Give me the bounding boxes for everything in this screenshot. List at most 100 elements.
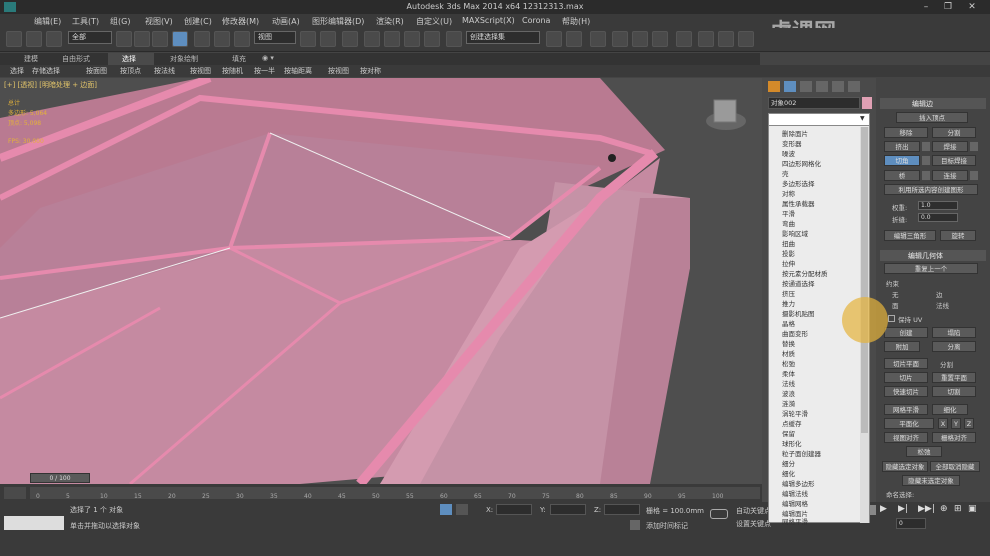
turn-button[interactable]: 旋转 bbox=[940, 230, 976, 241]
auto-key-button[interactable]: 自动关键点 bbox=[736, 506, 771, 516]
menu-group[interactable]: 组(G) bbox=[110, 16, 130, 27]
menu-rendering[interactable]: 渲染(R) bbox=[376, 16, 404, 27]
modifier-item[interactable]: 变形器 bbox=[782, 138, 802, 148]
split-checkbox[interactable]: 分割 bbox=[940, 359, 953, 369]
slice-plane-button[interactable]: 切片平面 bbox=[884, 358, 928, 369]
tab-freeform[interactable]: 自由形式 bbox=[62, 54, 90, 64]
mirror-icon[interactable] bbox=[546, 31, 562, 47]
go-to-end-icon[interactable]: ▶▶| bbox=[918, 504, 935, 514]
modifier-list-header[interactable] bbox=[768, 113, 870, 126]
attach-button[interactable]: 附加 bbox=[884, 341, 920, 352]
x-coord-field[interactable] bbox=[496, 504, 532, 515]
collapse-button[interactable]: 塌陷 bbox=[932, 327, 976, 338]
menu-tools[interactable]: 工具(T) bbox=[72, 16, 99, 27]
align-icon[interactable] bbox=[566, 31, 582, 47]
rect-selection-icon[interactable] bbox=[152, 31, 168, 47]
extrude-settings-icon[interactable] bbox=[922, 142, 930, 151]
chamfer-settings-icon[interactable] bbox=[922, 156, 930, 165]
menu-animation[interactable]: 动画(A) bbox=[272, 16, 300, 27]
tab-selection[interactable]: 选择 bbox=[122, 54, 136, 64]
tab-object-paint[interactable]: 对象绘制 bbox=[170, 54, 198, 64]
next-frame-icon[interactable]: ▶| bbox=[898, 504, 908, 514]
curve-editor-icon[interactable] bbox=[632, 31, 648, 47]
render-production-icon[interactable] bbox=[738, 31, 754, 47]
pivot-center-icon[interactable] bbox=[300, 31, 316, 47]
modifier-item[interactable]: 壳 bbox=[782, 168, 789, 178]
view-align-button[interactable]: 视图对齐 bbox=[884, 432, 928, 443]
modifier-item[interactable]: 法线 bbox=[782, 378, 795, 388]
weld-button[interactable]: 焊接 bbox=[932, 141, 968, 152]
ribbon-by-surface[interactable]: 按面图 bbox=[86, 66, 107, 76]
zoom-all-icon[interactable]: ⊞ bbox=[954, 504, 962, 514]
planar-z-button[interactable]: Z bbox=[964, 418, 974, 429]
constraint-edge-radio[interactable]: 边 bbox=[936, 289, 943, 299]
menu-customize[interactable]: 自定义(U) bbox=[416, 16, 452, 27]
ribbon-store-selection[interactable]: 存储选择 bbox=[32, 66, 60, 76]
modifier-item[interactable]: 弯曲 bbox=[782, 218, 795, 228]
modifier-item[interactable]: 噪波 bbox=[782, 148, 795, 158]
connect-button[interactable]: 连接 bbox=[932, 170, 968, 181]
set-key-button[interactable]: 设置关键点 bbox=[736, 519, 771, 529]
modifier-item[interactable]: 涟漪 bbox=[782, 398, 795, 408]
angle-snap-icon[interactable] bbox=[384, 31, 400, 47]
planar-x-button[interactable]: X bbox=[938, 418, 948, 429]
dropdown-scroll-thumb[interactable] bbox=[861, 127, 868, 433]
viewport-label[interactable]: [+] [透视] [明暗处理 + 边面] bbox=[4, 80, 97, 90]
make-planar-button[interactable]: 平面化 bbox=[884, 418, 934, 429]
modifier-item[interactable]: 球形化 bbox=[782, 438, 802, 448]
ribbon-options-dropdown[interactable]: ◉ ▾ bbox=[262, 54, 274, 62]
ribbon-by-normal[interactable]: 按法线 bbox=[154, 66, 175, 76]
quickslice-button[interactable]: 快速切片 bbox=[884, 386, 928, 397]
connect-settings-icon[interactable] bbox=[970, 171, 978, 180]
modify-tab-icon[interactable] bbox=[784, 81, 796, 92]
modifier-item[interactable]: 波浪 bbox=[782, 388, 795, 398]
relax-button[interactable]: 松弛 bbox=[906, 446, 942, 457]
zoom-icon[interactable]: ⊕ bbox=[940, 504, 948, 514]
bridge-settings-icon[interactable] bbox=[922, 171, 930, 180]
modifier-item[interactable]: 粒子面创建器 bbox=[782, 448, 821, 458]
modifier-item[interactable]: 平滑 bbox=[782, 208, 795, 218]
modifier-item[interactable]: 四边形网格化 bbox=[782, 158, 821, 168]
detach-button[interactable]: 分离 bbox=[932, 341, 976, 352]
modifier-item[interactable]: 编辑多边形 bbox=[782, 478, 815, 488]
modifier-item[interactable]: 影响区域 bbox=[782, 228, 808, 238]
lock-selection-icon[interactable] bbox=[440, 504, 452, 515]
named-selection-set-dropdown[interactable]: 创建选择集 bbox=[466, 31, 540, 44]
utilities-tab-icon[interactable] bbox=[848, 81, 860, 92]
modifier-item[interactable]: 摄影机贴图 bbox=[782, 308, 815, 318]
modifier-item[interactable]: 拉伸 bbox=[782, 258, 795, 268]
unhide-all-button[interactable]: 全部取消隐藏 bbox=[930, 461, 980, 472]
y-coord-field[interactable] bbox=[550, 504, 586, 515]
remove-button[interactable]: 移除 bbox=[884, 127, 928, 138]
material-editor-icon[interactable] bbox=[676, 31, 692, 47]
modifier-item[interactable]: 网格平滑 bbox=[782, 516, 808, 526]
current-frame-field[interactable]: 0 bbox=[896, 518, 926, 529]
object-name-field[interactable]: 对象002 bbox=[768, 97, 860, 109]
timeline-left-icon[interactable] bbox=[4, 487, 26, 499]
cut-button[interactable]: 切割 bbox=[932, 386, 976, 397]
spinner-snap-icon[interactable] bbox=[424, 31, 440, 47]
move-icon[interactable] bbox=[194, 31, 210, 47]
modifier-item[interactable]: 保留 bbox=[782, 428, 795, 438]
z-coord-field[interactable] bbox=[604, 504, 640, 515]
selection-filter-dropdown[interactable]: 全部 bbox=[68, 31, 112, 44]
modifier-item[interactable]: 材质 bbox=[782, 348, 795, 358]
modifier-item[interactable]: 扭曲 bbox=[782, 238, 795, 248]
crease-spinner[interactable]: 0.0 bbox=[918, 213, 958, 222]
layer-manager-icon[interactable] bbox=[590, 31, 606, 47]
rendered-frame-icon[interactable] bbox=[718, 31, 734, 47]
constraint-normal-radio[interactable]: 法线 bbox=[936, 300, 949, 310]
add-time-tag[interactable]: 添加时间标记 bbox=[646, 521, 688, 531]
maximize-button[interactable]: ❐ bbox=[940, 1, 956, 13]
motion-tab-icon[interactable] bbox=[816, 81, 828, 92]
graphite-toggle-icon[interactable] bbox=[612, 31, 628, 47]
modifier-item[interactable]: 按元素分配材质 bbox=[782, 268, 828, 278]
ribbon-by-random[interactable]: 按随机 bbox=[222, 66, 243, 76]
modifier-item[interactable]: 对称 bbox=[782, 188, 795, 198]
create-tab-icon[interactable] bbox=[768, 81, 780, 92]
reference-coord-dropdown[interactable]: 视图 bbox=[254, 31, 296, 44]
meshsmooth-button[interactable]: 网格平滑 bbox=[884, 404, 928, 415]
create-button[interactable]: 创建 bbox=[884, 327, 928, 338]
time-slider[interactable]: 0 / 100 bbox=[30, 473, 90, 483]
modifier-item[interactable]: 松弛 bbox=[782, 358, 795, 368]
